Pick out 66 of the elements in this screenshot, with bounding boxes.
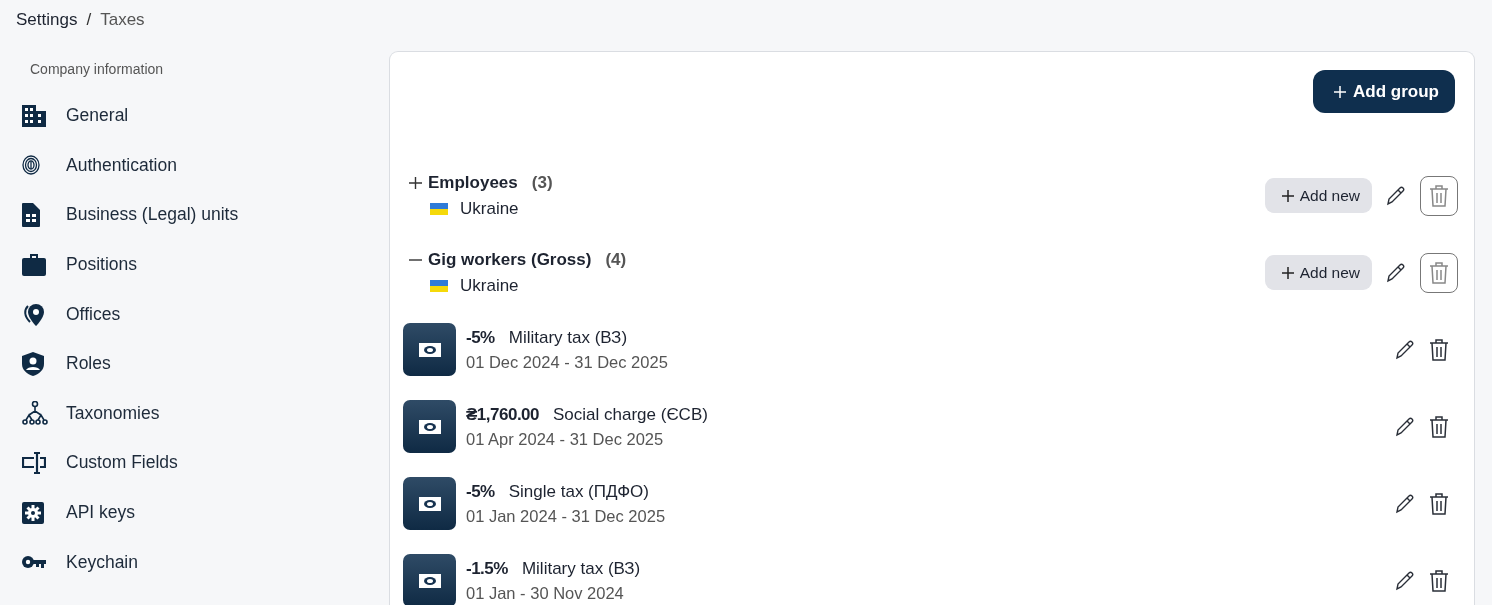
tax-period: 01 Jan 2024 - 31 Dec 2025 [466,506,667,526]
edit-icon[interactable] [1395,570,1415,591]
plus-icon [1333,84,1348,99]
group-name: Gig workers (Gross) [428,249,592,270]
trash-icon[interactable] [1429,569,1449,592]
edit-icon[interactable] [1395,339,1415,360]
banknote-icon [403,323,456,376]
sidebar-item[interactable]: API keys [66,502,389,524]
plus-icon [1280,188,1295,203]
tax-name: Single tax (ПДФО) [508,481,649,502]
flag-icon [430,279,448,292]
tax-period: 01 Dec 2024 - 31 Dec 2025 [466,352,669,372]
sidebar-item[interactable]: Authentication [66,154,389,176]
edit-icon[interactable] [1386,185,1406,206]
hierarchy-icon [22,401,48,426]
group-count: (4) [605,249,627,270]
add-new-button[interactable]: Add new [1264,255,1372,290]
group-country: Ukraine [460,198,519,219]
sidebar-item[interactable]: Offices [66,303,389,325]
location-pin-icon [22,302,46,327]
tax-name: Military tax (ВЗ) [521,558,641,579]
tax-amount: -5% [466,481,495,502]
tax-name: Social charge (ЄСВ) [553,404,708,425]
fingerprint-icon [22,155,40,176]
sidebar-item[interactable]: General [66,105,389,127]
briefcase-icon [22,253,46,276]
user-shield-icon [22,351,44,376]
tax-period: 01 Jan - 30 Nov 2024 [466,583,625,603]
trash-icon[interactable] [1429,338,1449,361]
edit-icon[interactable] [1395,493,1415,514]
tax-amount: ₴1,760.00 [466,404,539,425]
expand-icon[interactable] [409,175,422,190]
sidebar-item[interactable]: Positions [66,254,389,276]
tax-amount: -5% [466,327,495,348]
group-count: (3) [531,172,553,193]
breadcrumb-link[interactable]: Taxes [100,10,145,30]
breadcrumb-link[interactable]: Settings [16,10,78,30]
sidebar-item[interactable]: Custom Fields [66,452,389,474]
delete-button[interactable] [1420,175,1458,216]
breadcrumb-separator: / [86,10,92,30]
edit-icon[interactable] [1386,262,1406,283]
edit-icon[interactable] [1395,416,1415,437]
plus-icon [1280,265,1295,280]
tax-period: 01 Apr 2024 - 31 Dec 2025 [466,429,665,449]
sidebar-item[interactable]: Taxonomies [66,402,389,424]
key-icon [22,555,46,570]
trash-icon[interactable] [1429,415,1449,438]
group-country: Ukraine [460,275,519,296]
sidebar-item[interactable]: Business (Legal) units [66,204,389,226]
gear-icon [22,501,44,524]
section-title: Company information [29,61,165,79]
document-icon [22,203,40,227]
tax-name: Military tax (ВЗ) [508,327,628,348]
flag-icon [430,202,448,215]
add-new-button[interactable]: Add new [1264,178,1372,213]
text-field-icon [22,450,46,475]
banknote-icon [403,477,456,530]
sidebar-item[interactable]: Roles [66,353,389,375]
tax-amount: -1.5% [466,558,508,579]
delete-button[interactable] [1420,252,1458,293]
building-icon [22,104,46,127]
group-name: Employees [428,172,518,193]
trash-icon[interactable] [1429,492,1449,515]
add-group-button[interactable]: Add group [1313,70,1455,113]
banknote-icon [403,400,456,453]
sidebar-item[interactable]: Keychain [66,551,389,573]
